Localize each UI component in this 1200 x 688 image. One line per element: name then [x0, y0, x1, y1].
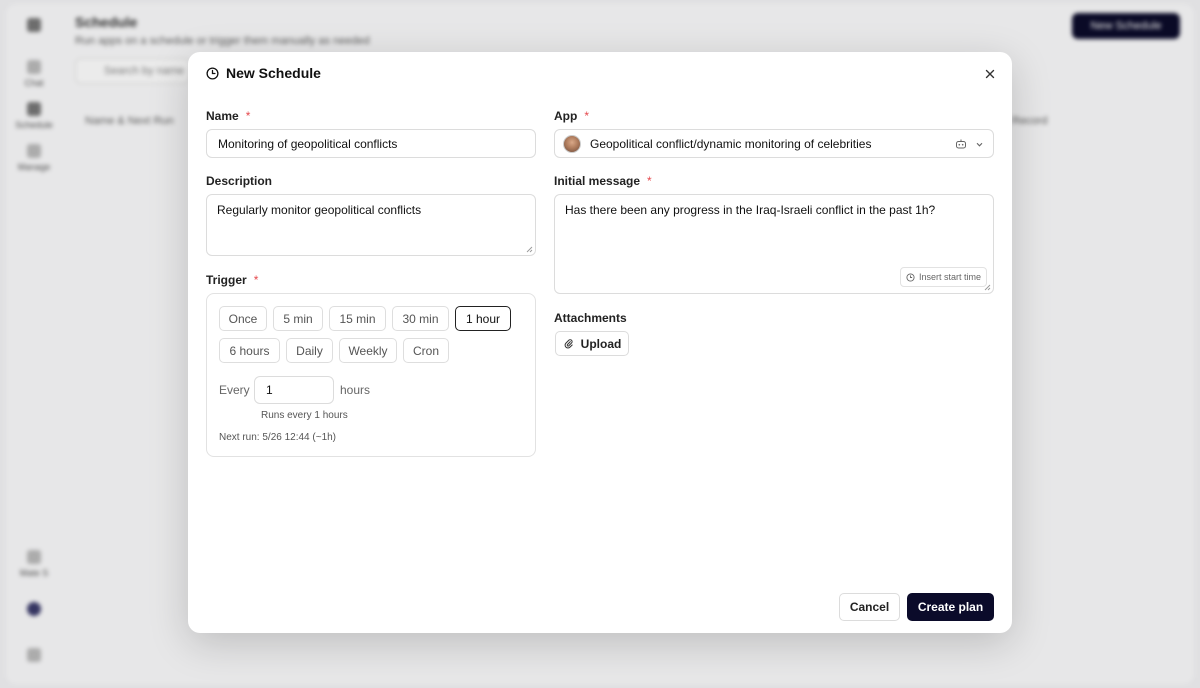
required-mark: * — [253, 273, 259, 287]
insert-start-time-label: Insert start time — [918, 272, 981, 282]
initial-message-value: Has there been any progress in the Iraq-… — [565, 203, 936, 217]
trigger-option-30min[interactable]: 30 min — [392, 306, 449, 331]
attachments-label-text: Attachments — [554, 311, 627, 325]
app-select-value: Geopolitical conflict/dynamic monitoring… — [590, 136, 872, 151]
robot-icon — [956, 139, 966, 149]
resize-handle-icon[interactable] — [984, 284, 991, 291]
description-label-text: Description — [206, 174, 273, 188]
required-mark: * — [245, 109, 251, 123]
create-plan-button[interactable]: Create plan — [907, 593, 994, 621]
clock-icon — [906, 272, 915, 282]
trigger-option-6hours[interactable]: 6 hours — [219, 338, 280, 363]
trigger-option-weekly[interactable]: Weekly — [339, 338, 397, 363]
new-schedule-dialog: New Schedule Name * Monitoring of geopoli… — [188, 52, 1012, 633]
description-label: Description — [206, 174, 272, 188]
trigger-option-15min[interactable]: 15 min — [329, 306, 386, 331]
every-label: Every — [219, 383, 250, 397]
paperclip-icon — [564, 339, 573, 349]
app-label: App * — [554, 109, 589, 123]
name-label: Name * — [206, 109, 250, 123]
initial-message-textarea[interactable]: Has there been any progress in the Iraq-… — [554, 194, 994, 294]
dialog-title: New Schedule — [226, 65, 321, 81]
trigger-label: Trigger * — [206, 273, 258, 287]
chevron-down-icon — [976, 142, 983, 147]
trigger-option-5min[interactable]: 5 min — [273, 306, 323, 331]
interval-input[interactable]: 1 — [254, 376, 334, 404]
initial-message-label: Initial message * — [554, 174, 652, 188]
runs-summary: Runs every 1 hours — [261, 410, 348, 421]
upload-label: Upload — [580, 336, 622, 351]
required-mark: * — [584, 109, 589, 123]
name-label-text: Name — [206, 109, 239, 123]
dialog-header: New Schedule — [206, 65, 321, 81]
next-run-text: Next run: 5/26 12:44 (~1h) — [219, 432, 337, 443]
close-icon[interactable] — [982, 66, 998, 82]
trigger-option-cron[interactable]: Cron — [403, 338, 449, 363]
app-select[interactable]: Geopolitical conflict/dynamic monitoring… — [554, 129, 994, 158]
name-input[interactable]: Monitoring of geopolitical conflicts — [206, 129, 536, 158]
cancel-button[interactable]: Cancel — [839, 593, 900, 621]
description-value: Regularly monitor geopolitical conflicts — [217, 203, 422, 217]
initial-message-label-text: Initial message — [554, 174, 641, 188]
interval-unit-label: hours — [340, 383, 371, 397]
upload-button[interactable]: Upload — [555, 331, 629, 356]
clock-icon — [206, 66, 219, 80]
attachments-label: Attachments — [554, 311, 627, 325]
description-textarea[interactable]: Regularly monitor geopolitical conflicts — [206, 194, 536, 256]
resize-handle-icon[interactable] — [526, 246, 533, 253]
app-label-text: App — [554, 109, 578, 123]
insert-start-time-button[interactable]: Insert start time — [899, 267, 987, 287]
required-mark: * — [647, 174, 652, 188]
trigger-option-daily[interactable]: Daily — [286, 338, 333, 363]
trigger-label-text: Trigger — [206, 273, 247, 287]
trigger-option-once[interactable]: Once — [219, 306, 267, 331]
trigger-option-1hour[interactable]: 1 hour — [455, 306, 511, 331]
trigger-panel: Once 5 min 15 min 30 min 1 hour 6 hours … — [206, 293, 536, 457]
app-avatar — [563, 134, 581, 153]
